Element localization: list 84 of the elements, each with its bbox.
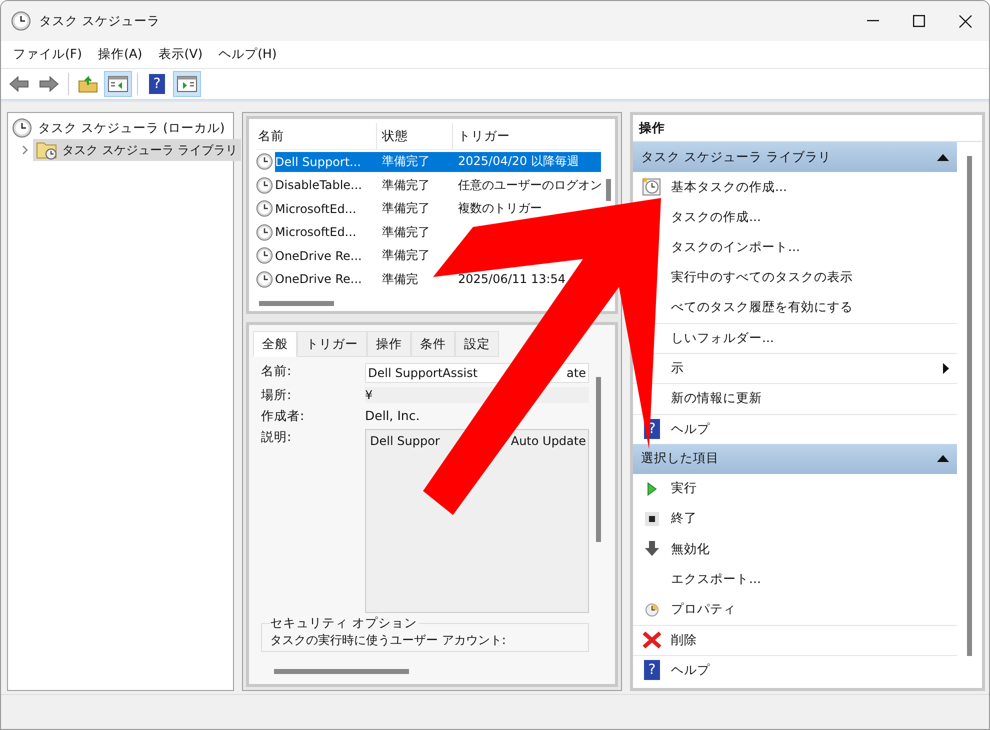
action-item[interactable]: ヘルプ bbox=[671, 420, 710, 438]
field-label: 名前: bbox=[261, 363, 292, 380]
column-header[interactable]: 名前 bbox=[256, 123, 377, 149]
tab[interactable]: 全般 bbox=[253, 331, 297, 357]
field-label: タスクの実行時に使うユーザー アカウント: bbox=[270, 632, 507, 649]
action-item[interactable]: ヘルプ bbox=[671, 662, 710, 679]
section-header[interactable]: 選択した項目 bbox=[633, 444, 957, 474]
action-item[interactable]: タスクの作成... bbox=[671, 208, 761, 226]
folder-clock-icon bbox=[36, 140, 58, 160]
scrollbar-thumb[interactable] bbox=[259, 301, 334, 306]
field-label: 場所: bbox=[261, 387, 292, 404]
chevron-icon[interactable] bbox=[22, 145, 29, 155]
tab[interactable]: 条件 bbox=[411, 331, 455, 357]
play-icon bbox=[647, 482, 657, 496]
tab[interactable]: トリガー bbox=[297, 331, 367, 357]
task-row[interactable]: MicrosoftEd... 準備完了 bbox=[275, 222, 453, 242]
task-row[interactable]: MicrosoftEd... 準備完了 複数のトリガー bbox=[275, 198, 542, 219]
clock-icon bbox=[645, 602, 659, 617]
action-item[interactable]: 実行 bbox=[671, 480, 697, 498]
scrollbar-thumb[interactable] bbox=[606, 179, 611, 201]
clock-icon bbox=[256, 153, 273, 170]
menu-item[interactable]: ファイル(F) bbox=[7, 44, 88, 65]
action-item[interactable]: しいフォルダー... bbox=[671, 330, 774, 348]
scrollbar-thumb[interactable] bbox=[274, 669, 409, 674]
action-item[interactable]: エクスポート... bbox=[671, 570, 761, 588]
clock-icon bbox=[256, 224, 273, 241]
task-row[interactable]: OneDrive Re... 準備完了 bbox=[275, 246, 453, 266]
cross-icon bbox=[642, 631, 662, 650]
action-item[interactable]: 示 bbox=[671, 360, 684, 378]
field-value: Dell, Inc. bbox=[365, 408, 420, 423]
help-icon: ? bbox=[644, 660, 660, 680]
minimize-icon[interactable] bbox=[867, 20, 879, 22]
left-arrow-icon bbox=[9, 76, 29, 92]
tab[interactable]: 操作 bbox=[367, 331, 411, 357]
clock-icon bbox=[11, 11, 31, 31]
action-item[interactable]: 終了 bbox=[671, 510, 697, 528]
action-item[interactable]: 削除 bbox=[671, 632, 697, 649]
help-icon: ? bbox=[149, 74, 165, 94]
menu-item[interactable]: ヘルプ(H) bbox=[212, 44, 283, 65]
tree-item[interactable]: タスク スケジューラ ライブラリ bbox=[33, 139, 241, 161]
group-title: セキュリティ オプション bbox=[270, 615, 419, 632]
clock-icon bbox=[12, 118, 32, 138]
action-item[interactable]: 新の情報に更新 bbox=[671, 390, 762, 408]
tree-item[interactable]: タスク スケジューラ (ローカル) bbox=[38, 120, 225, 136]
field-label: 作成者: bbox=[261, 408, 306, 425]
action-item[interactable]: プロパティ bbox=[671, 601, 736, 618]
task-row[interactable]: OneDrive Re... 準備完 2025/06/11 13:54 bbox=[275, 269, 566, 290]
maximize-icon[interactable] bbox=[913, 15, 925, 27]
menu-item[interactable]: 操作(A) bbox=[92, 44, 148, 65]
folder-up-icon bbox=[78, 75, 98, 93]
column-header[interactable]: 状態 bbox=[377, 123, 453, 149]
scrollbar-thumb[interactable] bbox=[596, 377, 601, 542]
clock-icon bbox=[256, 270, 273, 288]
collapse-icon[interactable] bbox=[937, 455, 949, 462]
scrollbar-thumb[interactable] bbox=[967, 156, 972, 656]
clock-icon bbox=[256, 247, 273, 264]
menu-item[interactable]: 表示(V) bbox=[152, 44, 209, 65]
column-header[interactable]: トリガー bbox=[453, 123, 601, 149]
close-icon[interactable] bbox=[959, 14, 972, 28]
action-item[interactable]: 実行中のすべてのタスクの表示 bbox=[671, 269, 853, 286]
description-field[interactable]: Dell Suppor Auto Update bbox=[365, 429, 589, 613]
stop-icon bbox=[645, 512, 659, 526]
clock-icon bbox=[642, 177, 662, 198]
actions-toolbar-button[interactable] bbox=[173, 71, 201, 97]
tab[interactable]: 設定 bbox=[455, 331, 499, 357]
pane-toggle-icon bbox=[108, 76, 128, 92]
window-title: タスク スケジューラ bbox=[39, 12, 160, 30]
collapse-icon[interactable] bbox=[937, 154, 949, 160]
submenu-arrow-icon[interactable] bbox=[943, 363, 949, 374]
pane-toggle-icon bbox=[177, 76, 197, 92]
clock-icon bbox=[256, 200, 273, 218]
tree-toolbar-button[interactable] bbox=[104, 71, 132, 97]
action-item[interactable]: タスクのインポート... bbox=[671, 238, 800, 256]
clock-icon bbox=[256, 176, 273, 194]
right-arrow-icon bbox=[39, 76, 59, 92]
action-item[interactable]: べてのタスク履歴を有効にする bbox=[671, 299, 853, 316]
task-row[interactable]: Dell Support... 準備完了 2025/04/20 以降毎週 bbox=[275, 152, 601, 172]
down-arrow-icon bbox=[644, 541, 660, 558]
action-item[interactable]: 基本タスクの作成... bbox=[671, 178, 787, 196]
action-item[interactable]: 無効化 bbox=[671, 540, 710, 558]
help-toolbar-button[interactable]: ? bbox=[143, 71, 171, 97]
task-row[interactable]: DisableTable... 準備完了 任意のユーザーのログオン bbox=[275, 175, 602, 196]
section-header[interactable]: タスク スケジューラ ライブラリ bbox=[633, 142, 957, 172]
field-label: 説明: bbox=[261, 429, 292, 446]
